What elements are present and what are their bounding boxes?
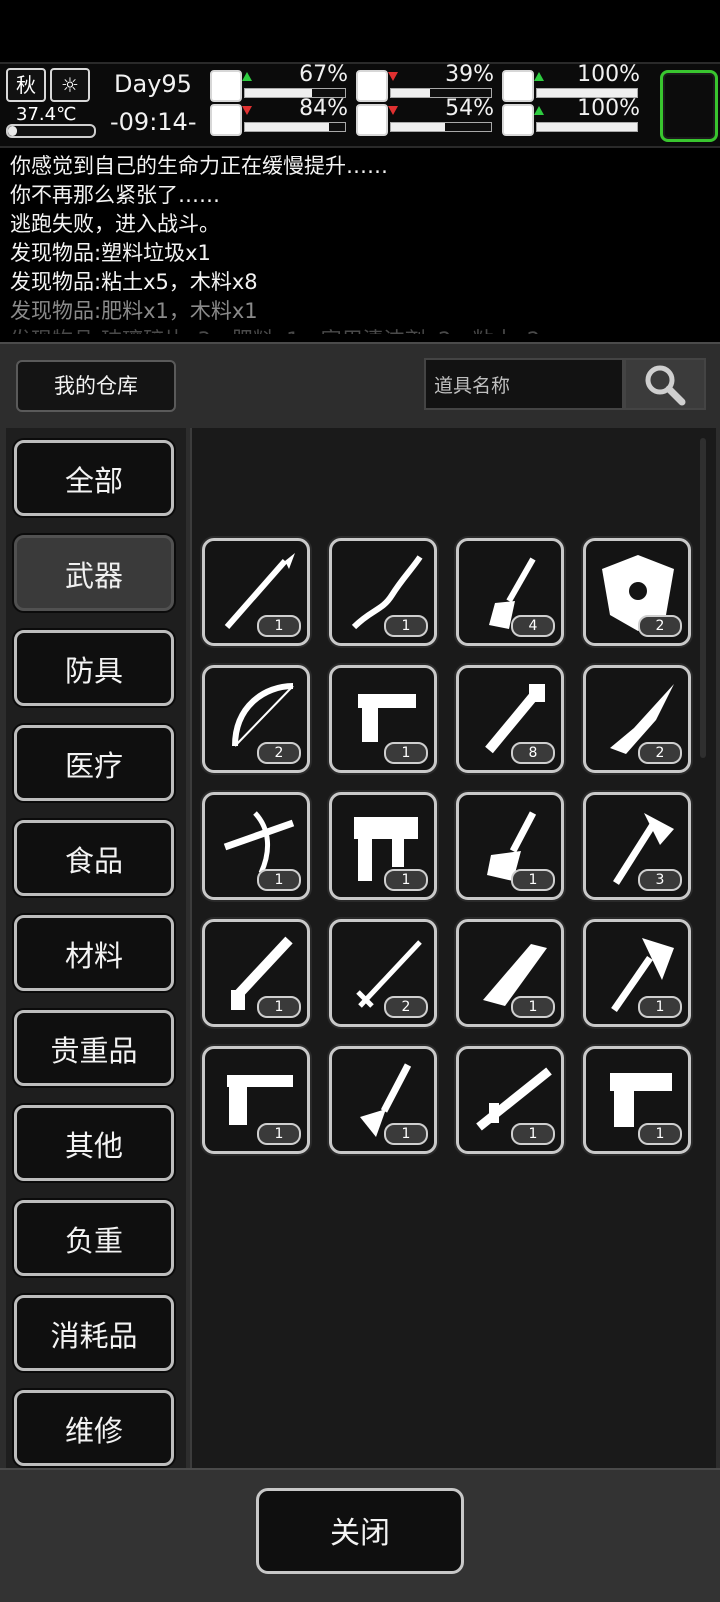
log-line: 逃跑失败，进入战斗。 <box>10 212 220 236</box>
item-slot[interactable]: 1 <box>329 665 437 773</box>
stat-percent: 39% <box>445 62 494 87</box>
category-tab[interactable]: 医疗 <box>14 725 174 801</box>
item-count-badge: 2 <box>257 742 301 764</box>
category-tab[interactable]: 消耗品 <box>14 1295 174 1371</box>
message-log: 你感觉到自己的生命力正在缓慢提升…… 你不再那么紧张了…… 逃跑失败，进入战斗。 发现… <box>10 152 710 334</box>
stat-percent: 100% <box>577 96 640 121</box>
item-count-badge: 2 <box>384 996 428 1018</box>
item-count-badge: 2 <box>638 615 682 637</box>
season-badge: 秋 <box>6 68 46 102</box>
quick-slot-button[interactable] <box>660 70 718 142</box>
trend-down-icon <box>242 106 252 115</box>
log-line: 你不再那么紧张了…… <box>10 183 220 207</box>
item-count-badge: 1 <box>384 1123 428 1145</box>
stat-percent: 100% <box>577 62 640 87</box>
item-slot[interactable]: 3 <box>583 792 691 900</box>
grid-scrollbar[interactable] <box>700 438 706 758</box>
close-button[interactable]: 关闭 <box>256 1488 464 1574</box>
item-slot[interactable]: 1 <box>456 1046 564 1154</box>
sun-icon: ☼ <box>50 68 90 102</box>
category-tab[interactable]: 负重 <box>14 1200 174 1276</box>
item-slot[interactable]: 2 <box>583 538 691 646</box>
category-tab[interactable]: 维修 <box>14 1390 174 1466</box>
category-tab[interactable]: 其他 <box>14 1105 174 1181</box>
item-count-badge: 1 <box>257 996 301 1018</box>
category-tab[interactable]: 食品 <box>14 820 174 896</box>
item-count-badge: 1 <box>257 869 301 891</box>
search-button[interactable] <box>624 358 706 410</box>
item-count-badge: 1 <box>638 996 682 1018</box>
stat-bar <box>244 122 346 132</box>
item-slot[interactable]: 1 <box>329 1046 437 1154</box>
trend-down-icon <box>388 106 398 115</box>
day-label: Day95 <box>114 70 192 98</box>
stat-percent: 84% <box>299 96 348 121</box>
item-count-badge: 1 <box>511 869 555 891</box>
item-slot[interactable]: 2 <box>202 665 310 773</box>
stat-bar-fill <box>537 123 637 131</box>
item-count-badge: 1 <box>511 1123 555 1145</box>
item-slot[interactable]: 1 <box>456 792 564 900</box>
trend-down-icon <box>388 72 398 81</box>
log-line: 发现物品:肥料x1，木料x1 <box>10 299 258 323</box>
search-input[interactable]: 道具名称 <box>424 358 624 410</box>
item-slot[interactable]: 1 <box>583 919 691 1027</box>
category-tab[interactable]: 武器 <box>14 535 174 611</box>
thermometer-bar <box>6 124 96 138</box>
item-count-badge: 2 <box>638 742 682 764</box>
stat-bar-fill <box>245 123 329 131</box>
trend-up-icon <box>534 72 544 81</box>
boot-icon <box>210 104 242 136</box>
item-count-badge: 3 <box>638 869 682 891</box>
warehouse-button[interactable]: 我的仓库 <box>16 360 176 412</box>
item-slot[interactable]: 1 <box>329 538 437 646</box>
item-count-badge: 1 <box>384 615 428 637</box>
stat-percent: 67% <box>299 62 348 87</box>
search-icon <box>645 365 686 406</box>
item-slot[interactable]: 1 <box>329 792 437 900</box>
item-count-badge: 1 <box>257 1123 301 1145</box>
stat-bar <box>390 122 492 132</box>
item-count-badge: 1 <box>384 869 428 891</box>
item-slot[interactable]: 1 <box>202 919 310 1027</box>
item-slot[interactable]: 4 <box>456 538 564 646</box>
item-slot[interactable]: 2 <box>329 919 437 1027</box>
category-tab[interactable]: 全部 <box>14 440 174 516</box>
stomach-icon <box>356 70 388 102</box>
log-line: 你感觉到自己的生命力正在缓慢提升…… <box>10 154 388 178</box>
item-count-badge: 1 <box>638 1123 682 1145</box>
item-count-badge: 4 <box>511 615 555 637</box>
trend-up-icon <box>534 106 544 115</box>
item-count-badge: 1 <box>257 615 301 637</box>
stat-bar-fill <box>391 123 445 131</box>
log-line: 发现物品:塑料垃圾x1 <box>10 241 211 265</box>
item-slot[interactable]: 1 <box>202 1046 310 1154</box>
log-line: 发现物品:粘土x5，木料x8 <box>10 270 258 294</box>
health-icon <box>210 70 242 102</box>
category-tab[interactable]: 材料 <box>14 915 174 991</box>
item-slot[interactable]: 1 <box>202 538 310 646</box>
heart-icon <box>502 104 534 136</box>
stat-percent: 54% <box>445 96 494 121</box>
item-slot[interactable]: 1 <box>456 919 564 1027</box>
item-slot[interactable]: 2 <box>583 665 691 773</box>
category-tab[interactable]: 防具 <box>14 630 174 706</box>
thermometer-fill <box>8 126 17 136</box>
water-drop-icon <box>356 104 388 136</box>
time-label: -09:14- <box>110 108 197 136</box>
item-slot[interactable]: 8 <box>456 665 564 773</box>
season-text: 秋 <box>16 73 36 97</box>
item-count-badge: 1 <box>384 742 428 764</box>
item-slot[interactable]: 1 <box>583 1046 691 1154</box>
temperature-text: 37.4℃ <box>16 104 77 125</box>
trend-up-icon <box>242 72 252 81</box>
stat-bar <box>536 122 638 132</box>
item-slot[interactable]: 1 <box>202 792 310 900</box>
item-count-badge: 8 <box>511 742 555 764</box>
bandage-icon <box>502 70 534 102</box>
category-tab[interactable]: 贵重品 <box>14 1010 174 1086</box>
item-count-badge: 1 <box>511 996 555 1018</box>
log-line: 发现物品:玻璃碎片x3，肥料x1，家用清洁剂x2，粘土x2 <box>10 326 710 334</box>
